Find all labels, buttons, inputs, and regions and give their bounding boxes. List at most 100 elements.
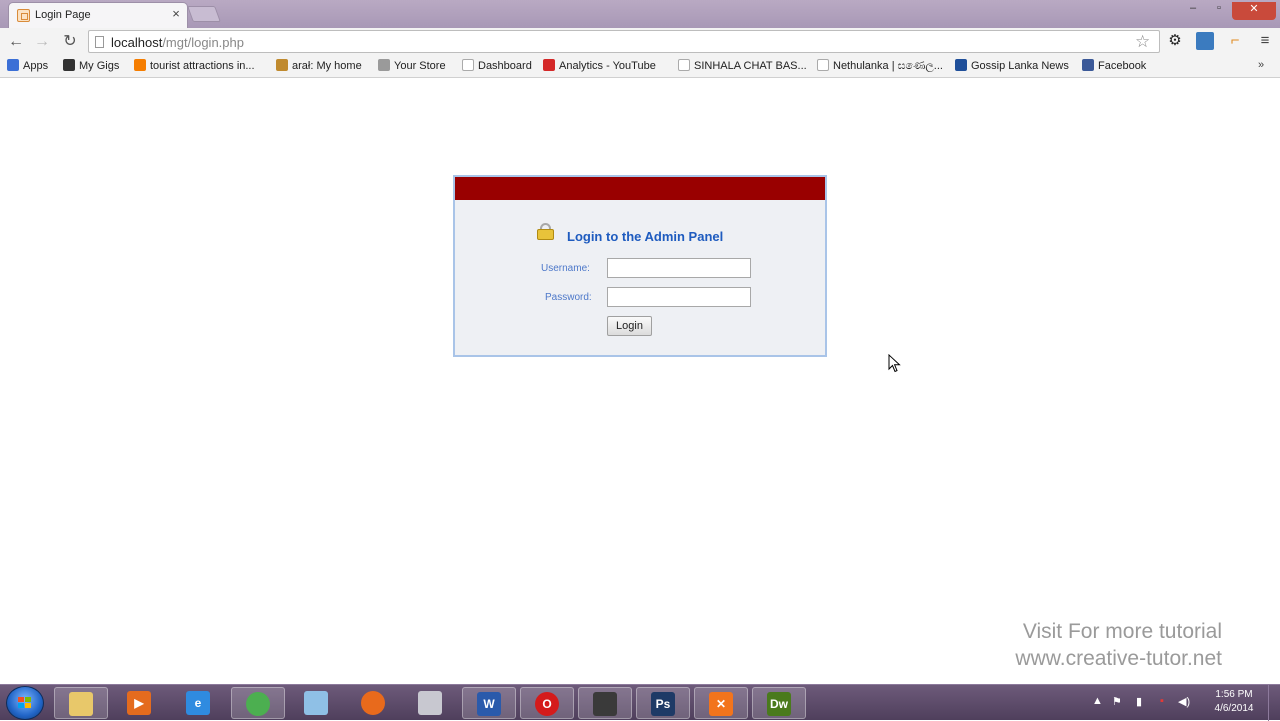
window-titlebar: Login Page × – ▫ ✕ [0, 0, 1280, 28]
lock-icon [537, 223, 554, 240]
facebook-icon [1082, 59, 1094, 71]
extension-bars-icon[interactable]: ⌐ [1226, 32, 1244, 50]
apps-grid-icon [7, 59, 19, 71]
address-bar[interactable]: localhost/mgt/login.php ☆ [88, 30, 1160, 53]
page-icon [95, 36, 104, 48]
login-button[interactable]: Login [607, 316, 652, 336]
new-tab-button[interactable] [187, 6, 221, 22]
extension-icon[interactable] [1196, 32, 1214, 50]
opera-icon: O [535, 692, 559, 716]
bookmark-label: Apps [23, 60, 49, 72]
home-icon [276, 59, 288, 71]
bookmark-star-icon[interactable]: ☆ [1135, 32, 1150, 52]
taskbar-firefox-button[interactable] [347, 687, 401, 719]
bookmark-label: tourist attractions in... [150, 60, 255, 72]
taskbar-notepad-button[interactable] [290, 687, 344, 719]
tab-login-page[interactable]: Login Page × [8, 2, 188, 28]
bookmark-label: Dashboard [478, 60, 532, 72]
camera-icon [593, 692, 617, 716]
login-panel: Login to the Admin Panel Username: Passw… [453, 175, 827, 357]
bookmark-item[interactable]: SINHALA CHAT BAS... [678, 59, 807, 75]
volume-icon[interactable]: ◀) [1178, 695, 1190, 708]
taskbar-photoshop-button[interactable]: Ps [636, 687, 690, 719]
word-icon: W [477, 692, 501, 716]
show-desktop-button[interactable] [1268, 685, 1280, 721]
url-text[interactable]: localhost/mgt/login.php [111, 35, 244, 50]
gear-icon[interactable]: ⚙ [1166, 32, 1184, 50]
username-label: Username: [541, 263, 590, 274]
gigs-icon [63, 59, 75, 71]
blogger-icon [134, 59, 146, 71]
clock-date: 4/6/2014 [1214, 703, 1254, 714]
taskbar-internet-explorer-button[interactable]: e [172, 687, 226, 719]
system-clock[interactable]: 1:56 PM 4/6/2014 [1206, 688, 1262, 716]
bookmark-label: Facebook [1098, 60, 1147, 72]
bookmark-label: Nethulanka | ඝණෙල... [833, 60, 943, 72]
password-label: Password: [545, 292, 592, 303]
taskbar-xampp-button[interactable]: ✕ [694, 687, 748, 719]
bookmark-item[interactable]: Dashboard [462, 59, 532, 75]
action-center-flag-icon[interactable]: ⚑ [1112, 695, 1122, 708]
taskbar: ▲ ⚑ ▮ ▪ ◀) 1:56 PM 4/6/2014 ▶ e W O Ps ✕ Dw [0, 684, 1280, 721]
bookmark-label: SINHALA CHAT BAS... [694, 60, 807, 72]
taskbar-word-button[interactable]: W [462, 687, 516, 719]
back-button[interactable]: ← [6, 32, 26, 52]
password-input[interactable] [607, 287, 751, 307]
dreamweaver-icon: Dw [767, 692, 791, 716]
close-window-button[interactable]: ✕ [1232, 2, 1276, 20]
photoshop-icon: Ps [651, 692, 675, 716]
paint-icon [418, 691, 442, 715]
taskbar-media-player-button[interactable]: ▶ [113, 687, 167, 719]
reload-button[interactable]: ↻ [60, 32, 80, 52]
bookmark-item[interactable]: Apps [7, 59, 48, 75]
bookmark-item[interactable]: My Gigs [63, 59, 119, 75]
page-icon [462, 59, 474, 71]
url-host: localhost [111, 35, 163, 50]
url-path: /mgt/login.php [162, 35, 244, 50]
tab-close-icon[interactable]: × [169, 6, 183, 21]
page-icon [817, 59, 829, 71]
bookmark-item[interactable]: Analytics - YouTube [543, 59, 656, 75]
minimize-button[interactable]: – [1180, 2, 1206, 20]
bookmark-label: arał: My home [292, 60, 362, 72]
firefox-icon [361, 691, 385, 715]
tab-title: Login Page [35, 9, 91, 21]
bookmark-item[interactable]: arał: My home [276, 59, 362, 75]
xampp-icon: ✕ [709, 692, 733, 716]
bookmark-label: Gossip Lanka News [971, 60, 1069, 72]
login-title: Login to the Admin Panel [567, 229, 724, 244]
store-icon [378, 59, 390, 71]
bookmark-item[interactable]: tourist attractions in... [134, 59, 255, 75]
taskbar-opera-button[interactable]: O [520, 687, 574, 719]
watermark-line-1: Visit For more tutorial [1022, 620, 1222, 643]
maximize-button[interactable]: ▫ [1206, 2, 1232, 20]
media-player-icon: ▶ [127, 691, 151, 715]
bookmark-item[interactable]: Nethulanka | ඝණෙල... [817, 59, 943, 75]
taskbar-paint-button[interactable] [404, 687, 458, 719]
taskbar-camtasia-button[interactable] [578, 687, 632, 719]
youtube-icon [543, 59, 555, 71]
bookmark-item[interactable]: Your Store [378, 59, 446, 75]
bookmarks-bar: » Apps My Gigs tourist attractions in... ar… [0, 55, 1280, 78]
bookmark-item[interactable]: Gossip Lanka News [955, 59, 1069, 75]
clock-time: 1:56 PM [1215, 689, 1253, 700]
folder-icon [69, 692, 93, 716]
gossip-icon [955, 59, 967, 71]
login-panel-header [455, 177, 825, 200]
network-icon[interactable]: ▪ [1160, 695, 1164, 707]
chrome-menu-icon[interactable]: ≡ [1256, 32, 1274, 50]
taskbar-chrome-button[interactable] [231, 687, 285, 719]
username-input[interactable] [607, 258, 751, 278]
forward-button[interactable]: → [32, 32, 52, 52]
bookmark-label: My Gigs [79, 60, 120, 72]
ie-icon: e [186, 691, 210, 715]
battery-icon[interactable]: ▮ [1136, 695, 1142, 708]
bookmark-item[interactable]: Facebook [1082, 59, 1146, 75]
tray-expand-icon[interactable]: ▲ [1092, 695, 1103, 707]
start-button[interactable] [6, 686, 44, 720]
taskbar-explorer-button[interactable] [54, 687, 108, 719]
bookmarks-overflow-chevron-icon[interactable]: » [1258, 59, 1264, 71]
chrome-icon [246, 692, 270, 716]
page-favicon-icon [17, 9, 30, 22]
taskbar-dreamweaver-button[interactable]: Dw [752, 687, 806, 719]
